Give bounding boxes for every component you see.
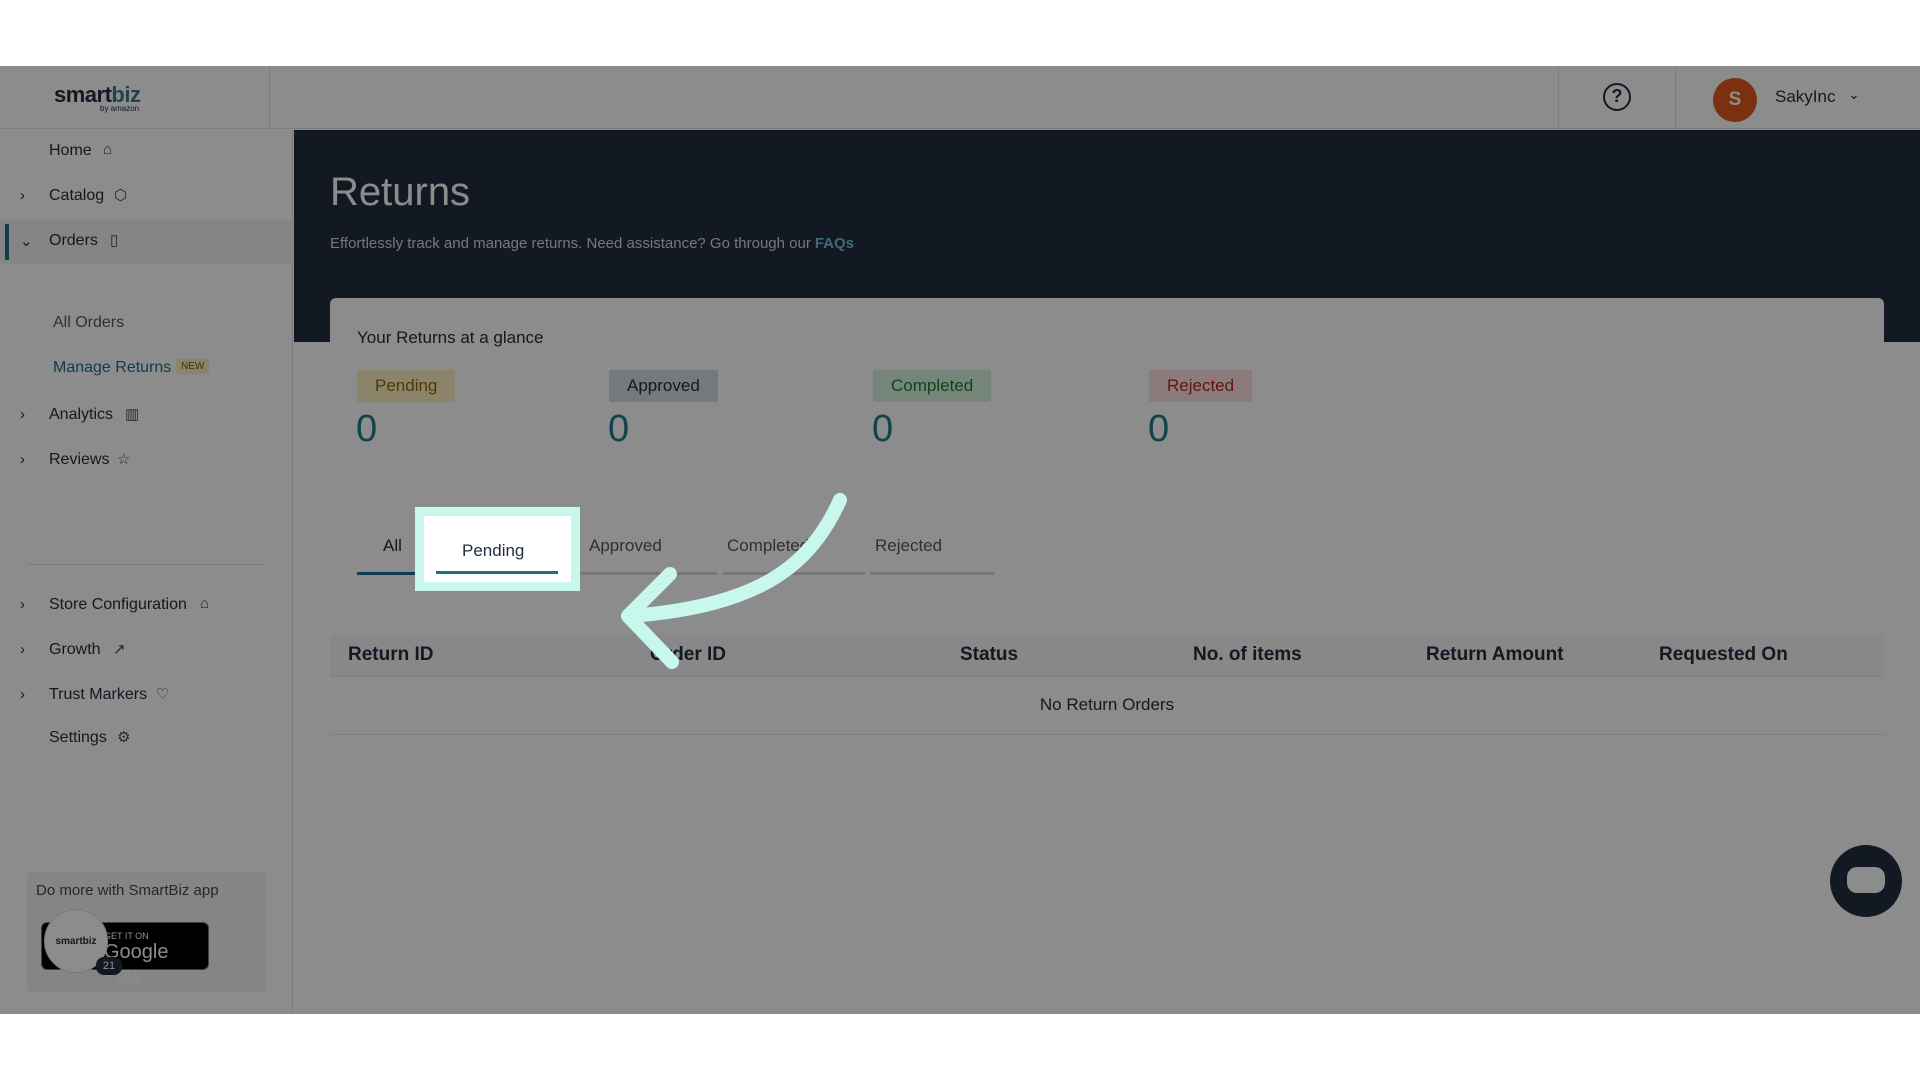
app-frame: smartbiz by amazon ? S SakyInc ⌄ Home ⌂ … bbox=[0, 66, 1920, 1014]
tab-underline-active bbox=[436, 571, 558, 574]
tutorial-overlay bbox=[0, 66, 1920, 1014]
pointer-arrow-icon bbox=[621, 493, 847, 669]
highlighted-tab-pending[interactable]: Pending bbox=[415, 507, 580, 591]
tab-pending[interactable]: Pending bbox=[462, 541, 524, 561]
